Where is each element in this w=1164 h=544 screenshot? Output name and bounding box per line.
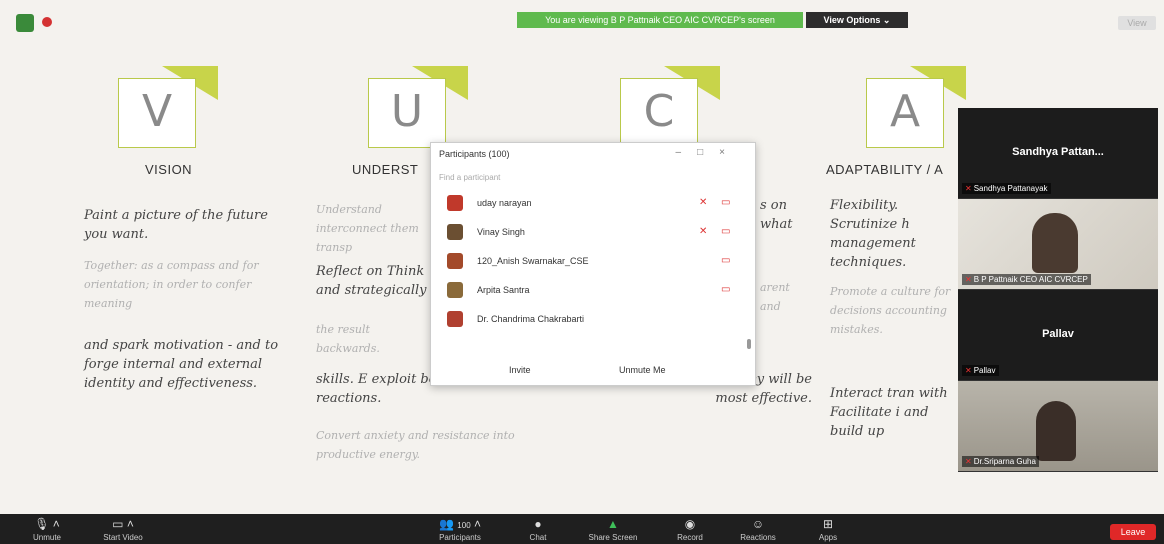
- avatar: [447, 224, 463, 240]
- participant-video: [1032, 213, 1078, 273]
- mic-muted-icon: ✕: [965, 457, 972, 466]
- invite-button[interactable]: Invite: [509, 365, 531, 375]
- list-item[interactable]: Dr. Chandrima Chakrabarti: [431, 305, 757, 334]
- avatar: [447, 253, 463, 269]
- unmute-button[interactable]: 🎙 ˄ Unmute: [20, 514, 74, 542]
- video-off-icon: ▭: [721, 197, 731, 208]
- view-options-button[interactable]: View Options ⌄: [806, 12, 908, 28]
- participant-name: uday narayan: [477, 198, 532, 208]
- mic-muted-icon: ✕: [699, 197, 708, 208]
- mic-muted-icon: ✕: [965, 184, 972, 193]
- mic-muted-icon: 🎙 ˄: [34, 517, 60, 531]
- video-tile[interactable]: ✕ Dr.Sriparna Guha: [958, 381, 1158, 472]
- unmute-me-button[interactable]: Unmute Me: [619, 365, 666, 375]
- logo-c: C: [620, 66, 720, 148]
- participants-count: 100: [457, 521, 471, 530]
- participant-name: Arpita Santra: [477, 285, 530, 295]
- participant-name: Vinay Singh: [477, 227, 525, 237]
- adaptability-text-2: Interact tran with Facilitate i and buil…: [830, 386, 948, 439]
- record-icon: ◉: [684, 517, 696, 531]
- participant-list: uday narayan ✕ ▭ Vinay Singh ✕ ▭ 120_Ani…: [431, 189, 757, 334]
- share-screen-icon: ▲: [607, 517, 619, 531]
- start-video-button[interactable]: ▭ ˄ Start Video: [88, 514, 158, 542]
- participant-name: 120_Anish Swarnakar_CSE: [477, 256, 589, 266]
- understanding-faint-3: Convert anxiety and resistance into prod…: [316, 429, 515, 461]
- meeting-top-bar: You are viewing B P Pattnaik CEO AIC CVR…: [0, 10, 1164, 34]
- tile-label: B P Pattnaik CEO AIC CVRCEP: [973, 275, 1088, 284]
- mic-muted-icon: ✕: [699, 226, 708, 237]
- vision-faint-text: Together: as a compass and for orientati…: [84, 259, 259, 310]
- vision-text-2: and spark motivation - and to forge inte…: [84, 338, 279, 391]
- record-button[interactable]: ◉ Record: [670, 514, 710, 542]
- reactions-button[interactable]: ☺ Reactions: [730, 514, 786, 542]
- tile-label: Pallav: [973, 366, 996, 375]
- chat-button[interactable]: ● Chat: [518, 514, 558, 542]
- avatar: [447, 195, 463, 211]
- share-screen-button[interactable]: ▲ Share Screen: [580, 514, 646, 542]
- view-button[interactable]: View: [1118, 16, 1156, 30]
- logo-u: U: [368, 66, 468, 148]
- chat-icon: ●: [534, 517, 542, 531]
- participant-video: [1036, 401, 1076, 461]
- participant-name: Dr. Chandrima Chakrabarti: [477, 314, 585, 324]
- logo-v: V: [118, 66, 218, 148]
- adaptability-title: ADAPTABILITY / A: [826, 162, 944, 177]
- video-off-icon: ▭: [721, 284, 731, 295]
- logo-letter: V: [141, 86, 173, 137]
- logo-letter: A: [889, 86, 921, 137]
- video-off-icon: ▭: [721, 226, 731, 237]
- mic-muted-icon: ✕: [965, 275, 972, 284]
- understanding-faint-1: Understand interconnect them transp: [316, 203, 419, 254]
- understanding-faint-2: the result backwards.: [316, 323, 380, 355]
- video-gallery: Sandhya Pattan... ✕ Sandhya Pattanayak ✕ B…: [958, 108, 1158, 472]
- viewing-screen-banner: You are viewing B P Pattnaik CEO AIC CVR…: [517, 12, 803, 28]
- reactions-icon: ☺: [751, 517, 765, 531]
- vision-title: VISION: [145, 162, 193, 177]
- participants-title: Participants (100): [439, 149, 510, 159]
- security-shield-icon[interactable]: [16, 14, 34, 32]
- participants-button[interactable]: 👥 100 ˄ Participants: [420, 514, 500, 542]
- tile-name: Sandhya Pattan...: [1012, 146, 1104, 158]
- recording-indicator-icon: [42, 17, 52, 27]
- clarity-faint: arent and: [760, 281, 790, 313]
- logo-letter: U: [390, 86, 424, 137]
- window-controls[interactable]: –□×: [676, 147, 741, 158]
- list-item[interactable]: uday narayan ✕ ▭: [431, 189, 757, 218]
- participants-panel: Participants (100) –□× Find a participan…: [430, 142, 756, 386]
- video-off-icon: ▭: [721, 255, 731, 266]
- video-tile[interactable]: ✕ B P Pattnaik CEO AIC CVRCEP: [958, 199, 1158, 290]
- participant-search-input[interactable]: Find a participant: [439, 173, 500, 182]
- participants-icon: 👥: [439, 517, 454, 531]
- list-item[interactable]: 120_Anish Swarnakar_CSE ▭: [431, 247, 757, 276]
- apps-icon: ⊞: [822, 517, 834, 531]
- tile-label: Sandhya Pattanayak: [973, 184, 1048, 193]
- logo-a: A: [866, 66, 966, 148]
- video-off-icon: ▭ ˄: [112, 517, 134, 531]
- understanding-text-1: Reflect on Think and strategically: [316, 264, 427, 298]
- adaptability-faint: Promote a culture for decisions accounti…: [830, 285, 951, 336]
- logo-letter: C: [643, 86, 675, 137]
- scrollbar[interactable]: [747, 339, 751, 349]
- avatar: [447, 282, 463, 298]
- mic-muted-icon: ✕: [965, 366, 972, 375]
- leave-button[interactable]: Leave: [1110, 524, 1156, 540]
- list-item[interactable]: Arpita Santra ▭: [431, 276, 757, 305]
- vision-text-1: Paint a picture of the future you want.: [84, 208, 268, 242]
- adaptability-text-1: Flexibility. Scrutinize h management tec…: [830, 198, 916, 270]
- meeting-toolbar: 🎙 ˄ Unmute ▭ ˄ Start Video 👥 100 ˄ Parti…: [0, 514, 1164, 544]
- list-item[interactable]: Vinay Singh ✕ ▭: [431, 218, 757, 247]
- clarity-text-1: s on what: [760, 198, 793, 232]
- avatar: [447, 311, 463, 327]
- apps-button[interactable]: ⊞ Apps: [808, 514, 848, 542]
- video-tile[interactable]: Pallav ✕ Pallav: [958, 290, 1158, 381]
- understanding-title: UNDERST: [352, 162, 419, 177]
- video-tile[interactable]: Sandhya Pattan... ✕ Sandhya Pattanayak: [958, 108, 1158, 199]
- tile-name: Pallav: [1042, 328, 1074, 340]
- tile-label: Dr.Sriparna Guha: [973, 457, 1036, 466]
